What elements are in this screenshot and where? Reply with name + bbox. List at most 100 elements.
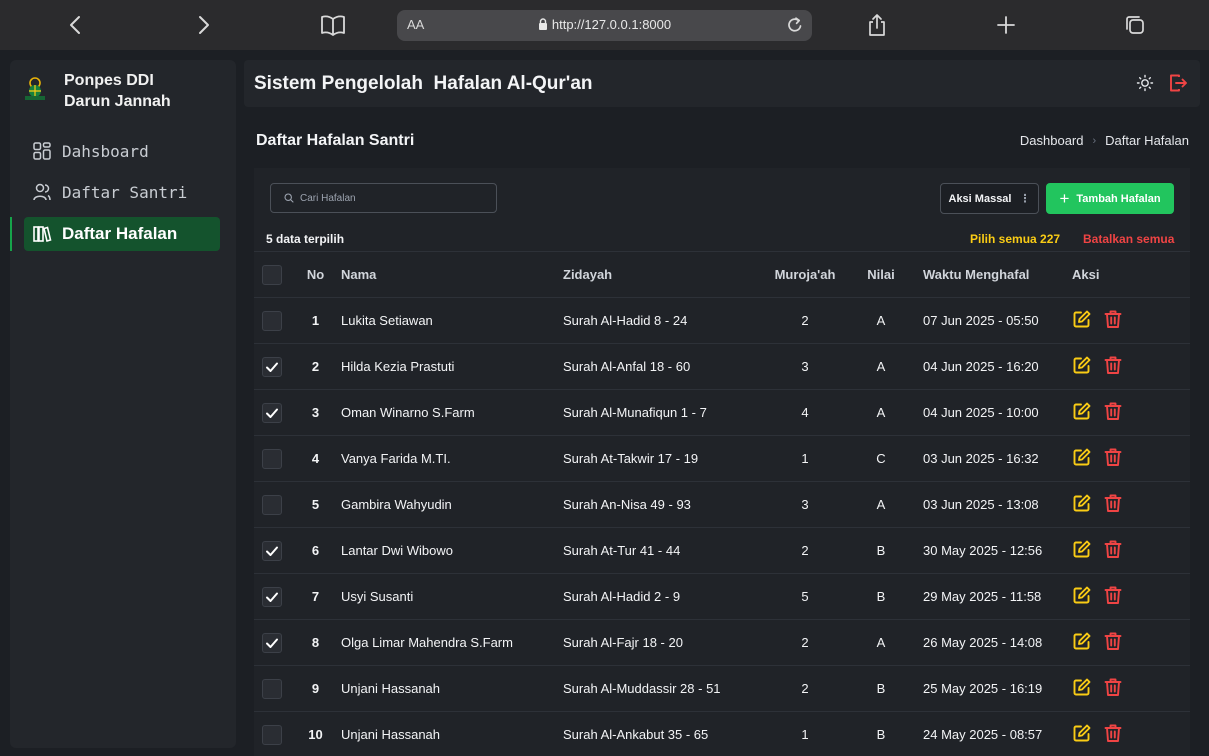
- sidebar-item-santri[interactable]: Daftar Santri: [24, 175, 220, 209]
- address-bar[interactable]: AA http://127.0.0.1:8000: [397, 10, 812, 41]
- select-all-checkbox[interactable]: [262, 264, 282, 285]
- sidebar-item-label: Daftar Santri: [62, 182, 188, 202]
- trash-icon[interactable]: [1103, 631, 1123, 651]
- table-row[interactable]: 4 Vanya Farida M.TI. Surah At-Takwir 17 - …: [254, 435, 1190, 482]
- trash-icon[interactable]: [1103, 677, 1123, 697]
- trash-icon[interactable]: [1103, 355, 1123, 375]
- row-checkbox-cell: [254, 297, 290, 344]
- table-row[interactable]: 5 Gambira Wahyudin Surah An-Nisa 49 - 93 3 A…: [254, 481, 1190, 528]
- cell-murojaah: 1: [753, 435, 857, 482]
- reload-icon[interactable]: [784, 14, 806, 36]
- trash-icon[interactable]: [1103, 723, 1123, 743]
- new-tab-icon[interactable]: [991, 10, 1021, 40]
- breadcrumb-dashboard[interactable]: Dashboard: [1020, 133, 1084, 148]
- cell-no: 2: [290, 343, 341, 390]
- table-row[interactable]: 8 Olga Limar Mahendra S.Farm Surah Al-Fajr…: [254, 619, 1190, 666]
- edit-icon[interactable]: [1072, 631, 1092, 651]
- row-actions: [1072, 631, 1134, 651]
- sidebar-item-label: Daftar Hafalan: [62, 224, 178, 243]
- cell-murojaah: 3: [753, 343, 857, 390]
- theme-toggle-icon[interactable]: [1136, 74, 1154, 92]
- table-row[interactable]: 2 Hilda Kezia Prastuti Surah Al-Anfal 18 -…: [254, 343, 1190, 390]
- edit-icon[interactable]: [1072, 447, 1092, 467]
- table-row[interactable]: 9 Unjani Hassanah Surah Al-Muddassir 28 - …: [254, 665, 1190, 712]
- share-icon[interactable]: [862, 10, 892, 40]
- row-checkbox[interactable]: [262, 540, 282, 561]
- row-checkbox[interactable]: [262, 586, 282, 607]
- row-checkbox-cell: [254, 481, 290, 528]
- sidebar-item-hafalan[interactable]: Daftar Hafalan: [24, 217, 220, 251]
- cell-waktu: 24 May 2025 - 08:57: [905, 711, 1066, 756]
- edit-icon[interactable]: [1072, 677, 1092, 697]
- edit-icon[interactable]: [1072, 723, 1092, 743]
- active-nav-marker: [10, 217, 12, 251]
- check-icon: [266, 408, 278, 418]
- column-header-waktu[interactable]: Waktu Menghafal: [905, 251, 1066, 298]
- table-row[interactable]: 10 Unjani Hassanah Surah Al-Ankabut 35 - 6…: [254, 711, 1190, 756]
- cell-nilai: A: [857, 481, 905, 528]
- column-header-no[interactable]: No: [290, 251, 341, 298]
- deselect-all-link[interactable]: Batalkan semua: [1083, 232, 1174, 246]
- edit-icon[interactable]: [1072, 355, 1092, 375]
- trash-icon[interactable]: [1103, 447, 1123, 467]
- search-icon: [284, 193, 294, 203]
- row-checkbox[interactable]: [262, 356, 282, 377]
- url-text: http://127.0.0.1:8000: [397, 17, 812, 32]
- column-header-zidayah[interactable]: Zidayah: [563, 251, 753, 298]
- sidebar-item-dashboard[interactable]: Dahsboard: [24, 134, 220, 168]
- column-header-nilai[interactable]: Nilai: [857, 251, 905, 298]
- edit-icon[interactable]: [1072, 539, 1092, 559]
- bookmarks-icon[interactable]: [318, 10, 348, 40]
- cell-aksi: [1066, 573, 1190, 620]
- trash-icon[interactable]: [1103, 401, 1123, 421]
- cell-nilai: B: [857, 527, 905, 574]
- row-checkbox[interactable]: [262, 494, 282, 515]
- forward-icon[interactable]: [189, 10, 219, 40]
- app-header: Sistem Pengelolah Hafalan Al-Qur'an: [244, 60, 1200, 107]
- table-row[interactable]: 1 Lukita Setiawan Surah Al-Hadid 8 - 24 2 A 0…: [254, 297, 1190, 344]
- tabs-overview-icon[interactable]: [1120, 10, 1150, 40]
- edit-icon[interactable]: [1072, 585, 1092, 605]
- cell-nama: Unjani Hassanah: [341, 665, 563, 712]
- cell-murojaah: 2: [753, 619, 857, 666]
- trash-icon[interactable]: [1103, 585, 1123, 605]
- row-checkbox[interactable]: [262, 448, 282, 469]
- brand[interactable]: Ponpes DDI Darun Jannah: [22, 70, 194, 112]
- sidebar: Ponpes DDI Darun Jannah Dahsboard Daftar…: [10, 60, 236, 748]
- column-header-nama[interactable]: Nama: [341, 251, 563, 298]
- mass-action-button[interactable]: Aksi Massal ⋮: [940, 183, 1039, 214]
- row-checkbox-cell: [254, 435, 290, 482]
- search-input[interactable]: Cari Hafalan: [270, 183, 497, 213]
- row-checkbox[interactable]: [262, 678, 282, 699]
- row-checkbox[interactable]: [262, 632, 282, 653]
- edit-icon[interactable]: [1072, 309, 1092, 329]
- trash-icon[interactable]: [1103, 309, 1123, 329]
- trash-icon[interactable]: [1103, 539, 1123, 559]
- cell-nilai: B: [857, 573, 905, 620]
- trash-icon[interactable]: [1103, 493, 1123, 513]
- back-icon[interactable]: [60, 10, 90, 40]
- cell-aksi: [1066, 619, 1190, 666]
- row-checkbox[interactable]: [262, 724, 282, 745]
- edit-icon[interactable]: [1072, 401, 1092, 421]
- cell-zidayah: Surah At-Takwir 17 - 19: [563, 435, 753, 482]
- logo-icon: [25, 77, 45, 100]
- column-header-murojaah[interactable]: Muroja'ah: [753, 251, 857, 298]
- table-row[interactable]: 6 Lantar Dwi Wibowo Surah At-Tur 41 - 44 2 B…: [254, 527, 1190, 574]
- page-title: Daftar Hafalan Santri: [256, 132, 415, 149]
- cell-no: 8: [290, 619, 341, 666]
- table-row[interactable]: 3 Oman Winarno S.Farm Surah Al-Munafiqun 1…: [254, 389, 1190, 436]
- row-checkbox[interactable]: [262, 310, 282, 331]
- edit-icon[interactable]: [1072, 493, 1092, 513]
- cell-nama: Gambira Wahyudin: [341, 481, 563, 528]
- add-hafalan-button[interactable]: + Tambah Hafalan: [1046, 183, 1174, 214]
- cell-murojaah: 2: [753, 665, 857, 712]
- select-all-link[interactable]: Pilih semua 227: [970, 232, 1060, 246]
- url-label: http://127.0.0.1:8000: [551, 17, 672, 32]
- row-checkbox[interactable]: [262, 402, 282, 423]
- cell-nama: Unjani Hassanah: [341, 711, 563, 756]
- table-row[interactable]: 7 Usyi Susanti Surah Al-Hadid 2 - 9 5 B 29 Ma…: [254, 573, 1190, 620]
- row-actions: [1072, 401, 1134, 421]
- logout-icon[interactable]: [1168, 73, 1188, 93]
- cell-waktu: 30 May 2025 - 12:56: [905, 527, 1066, 574]
